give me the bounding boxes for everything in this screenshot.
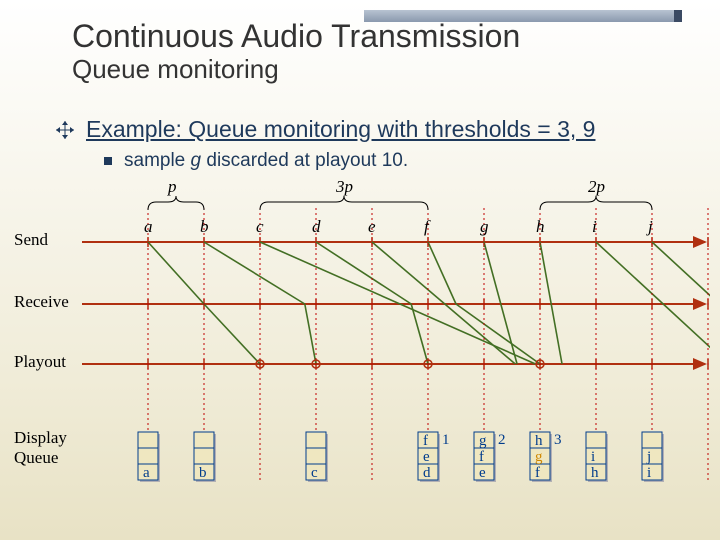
bullet-main: Example: Queue monitoring with threshold… — [54, 116, 595, 143]
svg-text:2: 2 — [498, 432, 506, 448]
svg-text:i: i — [647, 465, 651, 481]
subbullet-post: discarded at playout 10. — [201, 150, 408, 171]
svg-text:b: b — [199, 465, 207, 481]
svg-text:c: c — [311, 465, 318, 481]
svg-text:h: h — [591, 465, 599, 481]
svg-text:j: j — [646, 217, 653, 236]
svg-text:d: d — [423, 465, 431, 481]
svg-text:f: f — [535, 465, 540, 481]
svg-text:3: 3 — [554, 432, 562, 448]
subbullet-em: g — [191, 150, 202, 171]
svg-text:b: b — [200, 217, 209, 236]
svg-text:c: c — [256, 217, 264, 236]
svg-text:e: e — [368, 217, 376, 236]
svg-text:g: g — [479, 433, 487, 449]
svg-text:e: e — [479, 465, 486, 481]
svg-text:f: f — [423, 433, 428, 449]
svg-text:3p: 3p — [335, 180, 353, 196]
svg-text:1: 1 — [442, 432, 450, 448]
svg-text:i: i — [592, 217, 597, 236]
subbullet: sample g discarded at playout 10. — [104, 150, 408, 172]
svg-text:d: d — [312, 217, 321, 236]
timeline-diagram: Send Receive Playout Display Queue p3 — [10, 180, 710, 520]
square-bullet-icon — [104, 157, 112, 165]
svg-text:a: a — [144, 217, 153, 236]
svg-text:2p: 2p — [588, 180, 605, 196]
svg-text:j: j — [646, 449, 651, 465]
svg-text:e: e — [423, 449, 430, 465]
svg-text:i: i — [591, 449, 595, 465]
timeline-svg: p3p2p abcdefghij abcdefefgfghhiij 123 — [10, 180, 710, 520]
subbullet-text: sample g discarded at playout 10. — [124, 150, 408, 172]
subbullet-pre: sample — [124, 150, 191, 171]
svg-text:f: f — [424, 217, 431, 236]
arrow-cross-icon — [54, 119, 76, 141]
svg-text:g: g — [480, 217, 489, 236]
svg-text:f: f — [479, 449, 484, 465]
svg-text:h: h — [535, 433, 543, 449]
slide-title: Continuous Audio Transmission — [72, 18, 520, 55]
bullet-text: Example: Queue monitoring with threshold… — [86, 116, 595, 143]
svg-text:a: a — [143, 465, 150, 481]
slide-subtitle: Queue monitoring — [72, 54, 279, 85]
svg-text:h: h — [536, 217, 545, 236]
svg-text:p: p — [167, 180, 177, 196]
slide-root: Continuous Audio Transmission Queue moni… — [0, 0, 720, 540]
svg-text:g: g — [535, 449, 543, 465]
